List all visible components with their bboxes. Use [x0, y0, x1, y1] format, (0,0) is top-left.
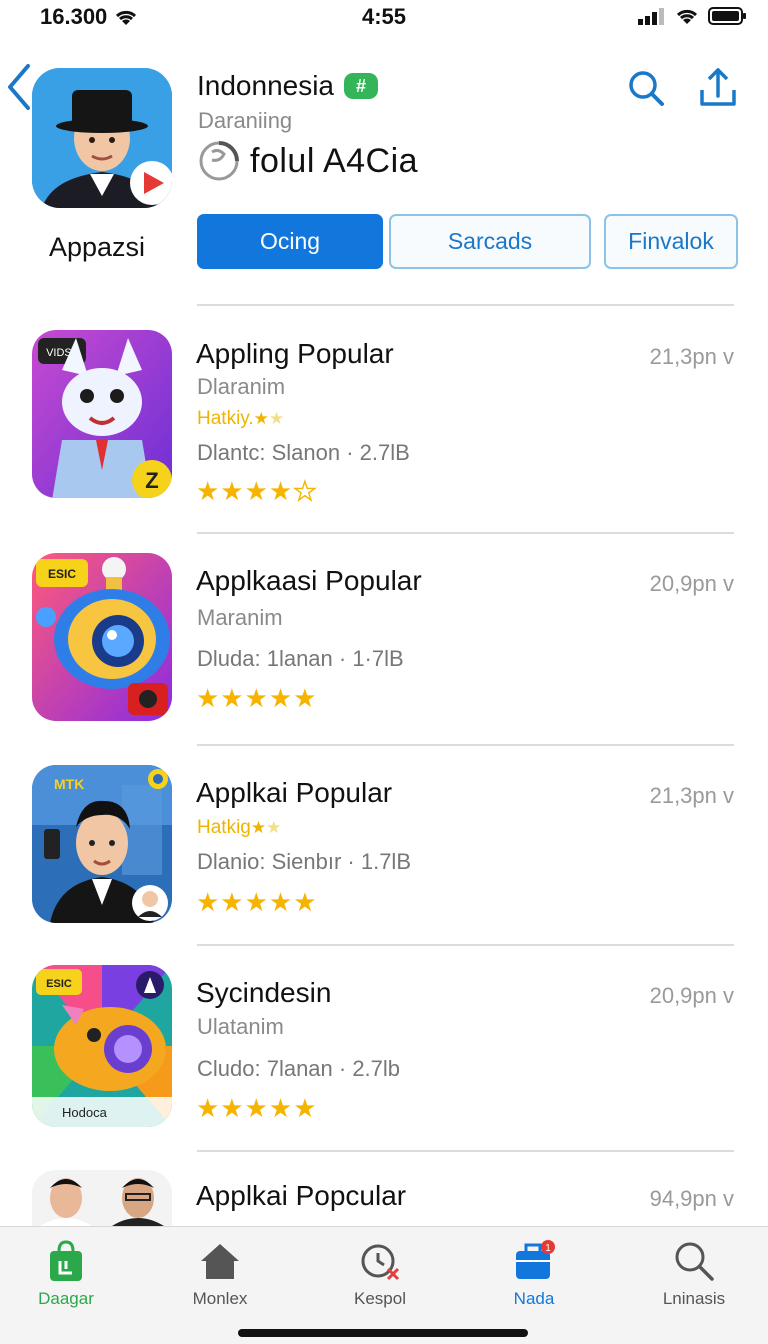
home-icon [201, 1244, 239, 1279]
battery-icon [708, 7, 746, 25]
svg-text:1: 1 [545, 1243, 551, 1254]
list-item[interactable]: ESIC Applkaasi Popular 20,9pn v Maranim … [0, 553, 768, 743]
home-indicator [238, 1329, 528, 1337]
rating-stars: ★★★★★ [196, 475, 318, 506]
app-size: 20,9pn v [649, 571, 734, 596]
loader-row: folul A4Cia [198, 140, 418, 182]
rating-stars: ★★★★★ [196, 683, 318, 713]
app-tag: Hatkiy.★★ [197, 408, 285, 429]
refresh-clock-icon [361, 1244, 400, 1281]
app-title: Applkai Popcular [196, 1180, 407, 1211]
divider [197, 944, 734, 946]
page-title: Indonnesia [197, 70, 335, 101]
app-thumbnail [32, 1170, 172, 1226]
signal-icon [638, 8, 664, 25]
app-thumbnail: ESIC [32, 553, 172, 721]
app-title: Applkaasi Popular [196, 565, 422, 596]
tab-label: Kespol [354, 1289, 406, 1308]
app-thumbnail: VIDSL Z [32, 330, 172, 498]
app-size: 94,9pn v [649, 1186, 734, 1211]
search-icon [675, 1242, 714, 1281]
share-icon[interactable] [696, 66, 740, 110]
app-meta: Dlanio: Sienbır · 1.7lB [197, 849, 411, 874]
app-meta: Dlantc: Slanon · 2.7lB [197, 440, 410, 465]
app-title: Applkai Popular [196, 777, 393, 808]
tab-bar: Daagar Monlex Kespol 1 Nada Lninasis [0, 1226, 768, 1344]
svg-text:ESIC: ESIC [46, 978, 72, 990]
divider [197, 744, 734, 746]
list-item[interactable]: MTK Applkai Popular 21,3pn v Hatkig★★ Dl… [0, 765, 768, 945]
search-icon[interactable] [626, 68, 666, 108]
list-item[interactable]: Applkai Popcular 94,9pn v [0, 1170, 768, 1226]
briefcase-icon: 1 [516, 1240, 555, 1279]
app-name: Appazsi [48, 232, 146, 262]
status-right [638, 6, 748, 26]
app-size: 21,3pn v [649, 344, 734, 369]
app-title: Appling Popular [196, 338, 394, 369]
tab-label: Daagar [38, 1289, 94, 1308]
app-thumbnail: ESIC Hodoca [32, 965, 172, 1127]
segment-sarcads[interactable]: Sarcads [389, 214, 591, 269]
rating-stars: ★★★★★ [196, 887, 318, 917]
app-tag: Hatkig★★ [197, 817, 282, 838]
svg-text:Z: Z [145, 468, 158, 493]
app-size: 20,9pn v [649, 983, 734, 1008]
app-subtitle: Maranim [197, 605, 283, 630]
app-subtitle: Ulatanim [197, 1014, 284, 1039]
tab-label: Lninasis [662, 1289, 726, 1308]
list-item[interactable]: VIDSL Z Appling Popular 21,3pn v Dlarani… [0, 330, 768, 530]
tab-monlex[interactable]: Monlex [160, 1239, 280, 1309]
back-chevron-icon[interactable] [4, 62, 34, 112]
divider [197, 304, 734, 306]
app-icon-artwork [32, 68, 172, 208]
rating-stars: ★★★★★ [196, 1093, 318, 1123]
tab-kespol[interactable]: Kespol [320, 1239, 440, 1309]
tab-nada[interactable]: 1 Nada [474, 1239, 594, 1309]
app-meta: Cludo: 7lanan · 2.7lb [197, 1056, 401, 1081]
status-badge: # [344, 73, 379, 99]
app-thumbnail: MTK [32, 765, 172, 923]
store-bag-icon [50, 1240, 82, 1281]
divider [197, 532, 734, 534]
subtitle: Daraniing [198, 108, 293, 133]
tab-daagar[interactable]: Daagar [6, 1239, 126, 1309]
spinner-icon [199, 141, 239, 181]
title-row: Indonnesia # [197, 70, 379, 102]
list-item[interactable]: ESIC Hodoca Sycindesin 20,9pn v Ulatanim… [0, 965, 768, 1150]
svg-text:Hodoca: Hodoca [62, 1105, 108, 1120]
wifi-icon [676, 9, 698, 24]
segment-finvalok[interactable]: Finvalok [604, 214, 738, 269]
app-meta: Dluda: 1lanan · 1·7lB [197, 646, 404, 671]
tab-lninasis[interactable]: Lninasis [634, 1239, 754, 1309]
svg-text:MTK: MTK [54, 776, 84, 792]
app-subtitle: Dlaranim [197, 374, 286, 399]
loader-text: folul A4Cia [250, 141, 419, 180]
segment-ocing[interactable]: Ocing [197, 214, 383, 269]
app-title: Sycindesin [196, 977, 332, 1008]
status-bar: 16.300 4:55 [0, 0, 768, 34]
app-size: 21,3pn v [649, 783, 734, 808]
divider [197, 1150, 734, 1152]
svg-text:ESIC: ESIC [48, 567, 76, 581]
tab-label: Monlex [192, 1289, 248, 1308]
app-icon[interactable] [32, 68, 172, 208]
tab-label: Nada [513, 1289, 555, 1308]
